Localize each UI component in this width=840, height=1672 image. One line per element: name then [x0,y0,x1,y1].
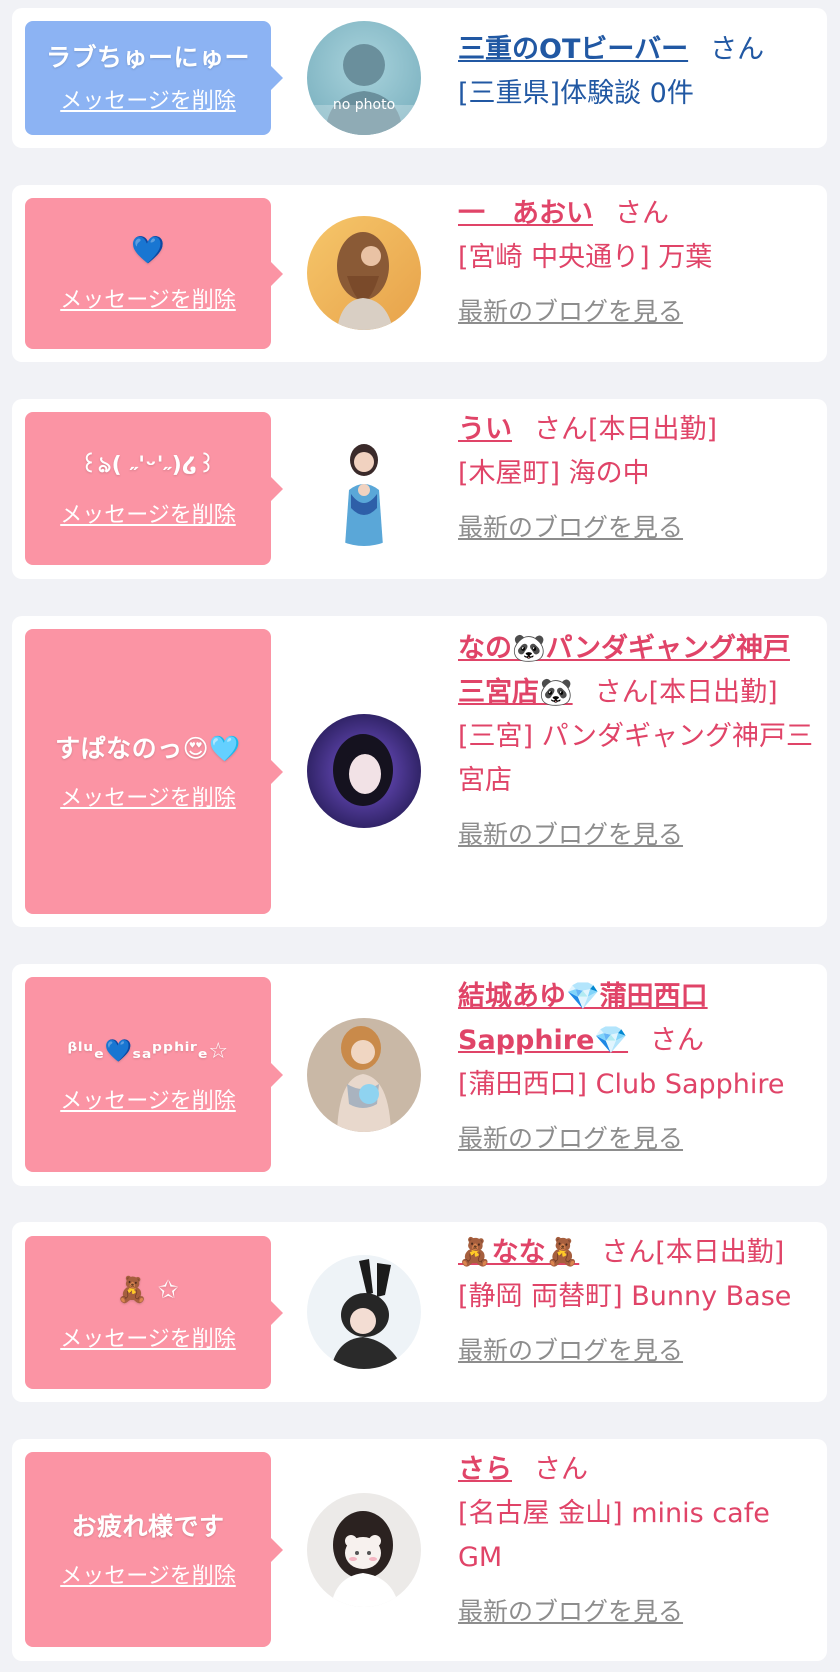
delete-message-link[interactable]: メッセージを削除 [60,1558,236,1590]
delete-message-link[interactable]: メッセージを削除 [60,1083,236,1115]
woman-braided-hair-photo [307,216,421,330]
sender-detail: [蒲田西口] Club Sapphire [458,1069,785,1100]
avatar[interactable] [307,432,421,546]
delete-message-link[interactable]: メッセージを削除 [60,780,236,812]
honorific: さん [534,1454,588,1485]
sender-line: 🧸なな🧸 さん[本日出勤] [458,1231,813,1275]
message-text: ꒰ঌ( ˶'ᵕ'˶)໒꒱ [80,452,216,478]
avatar[interactable] [307,714,421,828]
latest-blog-link[interactable]: 最新のブログを見る [458,1329,683,1373]
attendance-status: [本日出勤] [588,414,718,445]
sender-line: さら さん [458,1448,813,1492]
message-card: お疲れ様です メッセージを削除 さら さん [名古屋 金山] minis cafe… [12,1439,827,1661]
sender-line: 結城あゆ💎蒲田西口Sapphire💎 さん [458,975,813,1063]
message-card: すぱなのっ😍🩵 メッセージを削除 なの🐼パンダギャング神戸三宮店🐼 さん[本日出勤… [12,616,827,927]
message-text: お疲れ様です [71,1511,225,1541]
message-card: 🧸 ✩ メッセージを削除 🧸なな🧸 さん[本日出勤] [静岡 両替町] Bunny… [12,1222,827,1402]
honorific: さん [601,1237,656,1268]
latest-blog-link[interactable]: 最新のブログを見る [458,290,683,334]
message-bubble: お疲れ様です メッセージを削除 [25,1452,283,1647]
sender-info: 一 あおい さん [宮崎 中央通り] 万葉 最新のブログを見る [458,192,813,334]
avatar[interactable] [307,1255,421,1369]
sender-name-link[interactable]: 一 あおい [458,198,593,229]
sender-name-link[interactable]: うい [458,414,512,445]
delete-message-link[interactable]: メッセージを削除 [60,282,236,314]
avatar-caption: no photo [332,97,396,113]
delete-message-link[interactable]: メッセージを削除 [60,497,236,529]
latest-blog-link[interactable]: 最新のブログを見る [458,506,683,550]
sender-name-link[interactable]: 🧸なな🧸 [458,1237,579,1268]
message-text: 💙 [130,234,166,266]
sender-info: なの🐼パンダギャング神戸三宮店🐼 さん[本日出勤] [三宮] パンダギャング神戸三… [458,627,813,857]
sender-info: うい さん[本日出勤] [木屋町] 海の中 最新のブログを見る [458,408,813,550]
woman-purple-light-photo [307,714,421,828]
woman-idol-costume-photo [307,432,421,546]
message-card: ᵝˡᵘₑ💙ₛₐᵖᵖʰⁱʳₑ☆ メッセージを削除 結城あゆ💎蒲田西口Sapphir… [12,964,827,1186]
no-photo-icon [307,21,421,135]
avatar[interactable] [307,216,421,330]
sender-detail: [木屋町] 海の中 [458,458,650,489]
sender-info: さら さん [名古屋 金山] minis cafe GM 最新のブログを見る [458,1448,813,1634]
honorific: さん [594,677,649,708]
delete-message-link[interactable]: メッセージを削除 [60,83,236,115]
avatar[interactable]: no photo [307,21,421,135]
honorific: さん [615,198,669,229]
delete-message-link[interactable]: メッセージを削除 [60,1321,236,1353]
sender-info: 結城あゆ💎蒲田西口Sapphire💎 さん [蒲田西口] Club Sapphir… [458,975,813,1161]
sender-info: 🧸なな🧸 さん[本日出勤] [静岡 両替町] Bunny Base 最新のブログを… [458,1231,813,1373]
attendance-status: [本日出勤] [648,677,778,708]
sender-line: 三重のOTビーバー さん [458,28,813,72]
sender-line: なの🐼パンダギャング神戸三宮店🐼 さん[本日出勤] [458,627,813,715]
message-text: ᵝˡᵘₑ💙ₛₐᵖᵖʰⁱʳₑ☆ [67,1038,229,1064]
sender-detail: [三重県]体験談 0件 [458,78,694,109]
sender-detail: [三宮] パンダギャング神戸三宮店 [458,721,813,796]
woman-bunny-ears-photo [307,1255,421,1369]
sender-name-link[interactable]: さら [458,1454,512,1485]
sender-detail: [静岡 両替町] Bunny Base [458,1281,792,1312]
message-bubble: すぱなのっ😍🩵 メッセージを削除 [25,629,283,914]
avatar[interactable] [307,1018,421,1132]
sender-line: うい さん[本日出勤] [458,408,813,452]
message-bubble: ラブちゅーにゅー メッセージを削除 [25,21,283,135]
latest-blog-link[interactable]: 最新のブログを見る [458,1590,683,1634]
honorific: さん [534,414,588,445]
attendance-status: [本日出勤] [655,1237,785,1268]
message-bubble: ᵝˡᵘₑ💙ₛₐᵖᵖʰⁱʳₑ☆ メッセージを削除 [25,977,283,1172]
sender-line: 一 あおい さん [458,192,813,236]
sender-detail: [名古屋 金山] minis cafe GM [458,1498,770,1573]
woman-silver-outfit-photo [307,1018,421,1132]
latest-blog-link[interactable]: 最新のブログを見る [458,1117,683,1161]
honorific: さん [710,34,765,65]
sender-detail: [宮崎 中央通り] 万葉 [458,242,713,273]
message-bubble: 🧸 ✩ メッセージを削除 [25,1236,283,1389]
message-text: 🧸 ✩ [116,1274,180,1304]
message-card: 💙 メッセージを削除 一 あおい さん [宮崎 中央通り] 万葉 最新のブログを見… [12,185,827,362]
message-card: ラブちゅーにゅー メッセージを削除 no photo 三重のOTビーバー さん [… [12,8,827,148]
sender-name-link[interactable]: 三重のOTビーバー [458,34,688,65]
avatar[interactable] [307,1493,421,1607]
message-bubble: ꒰ঌ( ˶'ᵕ'˶)໒꒱ メッセージを削除 [25,412,283,565]
sender-info: 三重のOTビーバー さん [三重県]体験談 0件 [458,28,813,116]
message-card: ꒰ঌ( ˶'ᵕ'˶)໒꒱ メッセージを削除 うい さん[本日出勤] [木屋町] 海… [12,399,827,579]
latest-blog-link[interactable]: 最新のブログを見る [458,813,683,857]
woman-cat-mask-photo [307,1493,421,1607]
honorific: さん [650,1025,705,1056]
message-text: すぱなのっ😍🩵 [55,733,241,763]
message-bubble: 💙 メッセージを削除 [25,198,283,349]
message-text: ラブちゅーにゅー [45,43,250,72]
